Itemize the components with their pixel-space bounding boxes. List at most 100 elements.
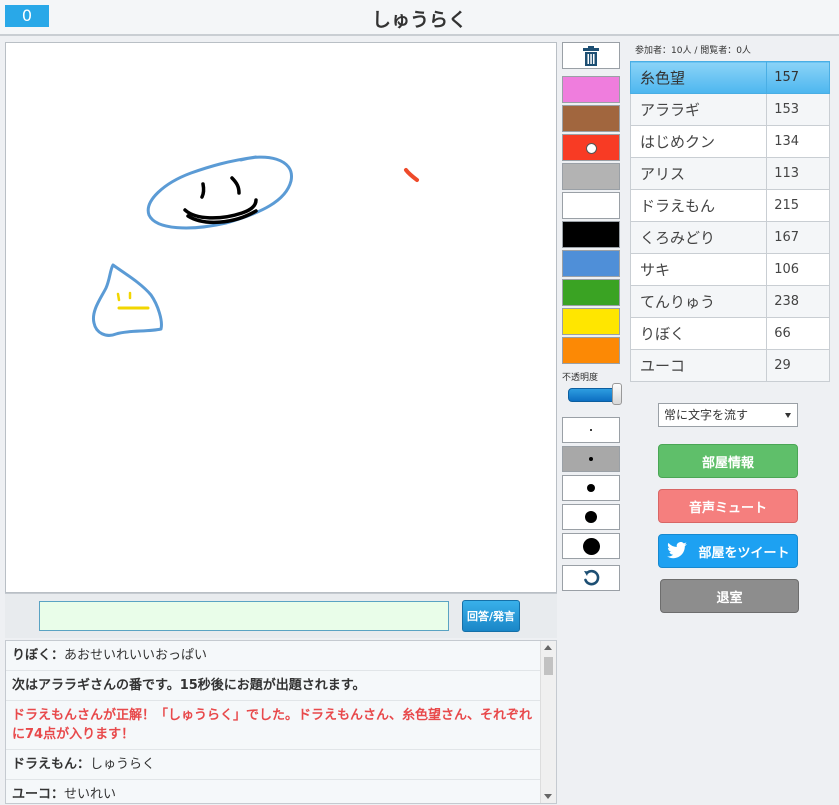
chat-text: あおせいれいいおっぱい	[64, 648, 208, 663]
chat-author: ユーコ	[12, 787, 52, 802]
stroke-red-mark	[404, 168, 419, 182]
drawing-canvas[interactable]	[5, 42, 557, 593]
brush-size-dot-icon	[585, 511, 597, 523]
player-score: 113	[766, 157, 830, 190]
mute-button[interactable]: 音声ミュート	[658, 489, 798, 523]
opacity-label: 不透明度	[562, 373, 599, 383]
brush-size-dot-icon	[590, 429, 592, 431]
player-score: 29	[766, 349, 830, 382]
player-score: 134	[766, 125, 830, 158]
participant-count: 参加者：10人 / 閲覧者：0人	[635, 46, 751, 56]
room-info-button[interactable]: 部屋情報	[658, 444, 798, 478]
chat-message: りぼく：あおせいれいいおっぱい	[6, 641, 540, 671]
player-name: サキ	[629, 253, 768, 286]
player-score: 238	[766, 285, 830, 318]
player-row: くろみどり 167	[629, 221, 830, 254]
tweet-button-label: 部屋をツイート	[698, 545, 790, 561]
color-swatch-blue[interactable]	[562, 250, 620, 277]
player-row: ドラえもん 215	[629, 189, 830, 222]
chat-log[interactable]: りぼく：あおせいれいいおっぱい 次はアララギさんの番です。15秒後にお題が出題さ…	[5, 640, 557, 804]
color-swatch-black[interactable]	[562, 221, 620, 248]
player-name: アララギ	[629, 93, 768, 126]
brush-size-dot-icon	[587, 484, 595, 492]
brush-size-dot-icon	[589, 457, 593, 461]
text-flow-select-value: 常に文字を流す	[664, 408, 749, 422]
player-score: 106	[766, 253, 830, 286]
color-swatch-green[interactable]	[562, 279, 620, 306]
page-title: しゅうらく	[371, 9, 467, 31]
player-name: くろみどり	[629, 221, 768, 254]
brush-size-dot-icon	[582, 537, 600, 555]
scroll-thumb[interactable]	[544, 657, 553, 675]
chat-correct-message: ドラえもんさんが正解！「しゅうらく」でした。ドラえもんさん、糸色望さん、それぞれ…	[6, 701, 540, 750]
brush-size-button-5[interactable]	[562, 533, 620, 559]
stroke-yellow-eye	[116, 292, 121, 302]
player-name: ユーコ	[629, 349, 768, 382]
player-score: 66	[766, 317, 830, 350]
color-swatch-orange[interactable]	[562, 337, 620, 364]
exit-room-button[interactable]: 退室	[660, 579, 799, 613]
stroke-eye-right	[230, 176, 241, 195]
color-swatch-white[interactable]	[562, 192, 620, 219]
player-name: 糸色望	[629, 61, 768, 94]
chat-separator: ：	[51, 787, 65, 802]
player-row: ユーコ 29	[629, 349, 830, 382]
color-swatch-brown[interactable]	[562, 105, 620, 132]
color-swatch-yellow[interactable]	[562, 308, 620, 335]
twitter-bird-icon	[667, 542, 688, 559]
brush-size-button-2[interactable]	[562, 446, 620, 472]
chat-author: りぼく	[12, 648, 52, 663]
player-list: 糸色望 157 アララギ 153 はじめクン 134 アリス 113 ドラえもん 215 くろみどり…	[629, 61, 830, 382]
scroll-up-icon[interactable]	[544, 645, 552, 650]
answer-input[interactable]	[39, 601, 449, 631]
opacity-track[interactable]	[568, 388, 616, 402]
header-bar: しゅうらく 0	[0, 0, 839, 36]
player-score: 157	[766, 61, 830, 94]
chat-system-message: 次はアララギさんの番です。15秒後にお題が出題されます。	[6, 671, 540, 701]
opacity-thumb[interactable]	[612, 383, 622, 405]
brush-size-button-3[interactable]	[562, 475, 620, 501]
color-swatch-pink[interactable]	[562, 76, 620, 103]
player-name: てんりゅう	[629, 285, 768, 318]
player-row: サキ 106	[629, 253, 830, 286]
player-score: 153	[766, 93, 830, 126]
player-name: アリス	[629, 157, 768, 190]
chevron-down-icon	[785, 413, 791, 418]
undo-icon	[584, 569, 600, 586]
chat-scrollbar[interactable]	[540, 641, 556, 803]
player-row: てんりゅう 238	[629, 285, 830, 318]
player-row: はじめクン 134	[629, 125, 830, 158]
color-swatch-gray[interactable]	[562, 163, 620, 190]
opacity-slider[interactable]	[566, 383, 622, 405]
chat-text: せいれい	[64, 787, 117, 802]
answer-submit-button[interactable]: 回答/発言	[462, 600, 520, 632]
trash-icon	[583, 45, 599, 66]
clear-canvas-button[interactable]	[562, 42, 620, 69]
brush-size-button-1[interactable]	[562, 417, 620, 443]
player-name: はじめクン	[629, 125, 768, 158]
player-row: りぼく 66	[629, 317, 830, 350]
scroll-down-icon[interactable]	[544, 794, 552, 799]
chat-separator: ：	[51, 648, 65, 663]
text-flow-select[interactable]: 常に文字を流す	[658, 403, 798, 427]
tweet-room-button[interactable]: 部屋をツイート	[658, 534, 798, 568]
brush-size-button-4[interactable]	[562, 504, 620, 530]
chat-author: ドラえもん	[12, 757, 78, 772]
chat-message: ドラえもん：しゅうらく	[6, 750, 540, 780]
chat-separator: ：	[77, 757, 91, 772]
selected-color-marker	[586, 143, 597, 154]
player-score: 215	[766, 189, 830, 222]
timer-badge: 0	[5, 5, 49, 27]
stroke-eye-left	[200, 182, 206, 199]
player-name: ドラえもん	[629, 189, 768, 222]
player-row: アリス 113	[629, 157, 830, 190]
undo-button[interactable]	[562, 565, 620, 591]
chat-message: ユーコ：せいれい	[6, 780, 540, 803]
color-swatch-red[interactable]	[562, 134, 620, 161]
answer-bar: 回答/発言	[5, 593, 557, 638]
drawing-strokes	[91, 155, 419, 337]
player-row: 糸色望 157	[629, 61, 830, 94]
player-score: 167	[766, 221, 830, 254]
player-row: アララギ 153	[629, 93, 830, 126]
player-name: りぼく	[629, 317, 768, 350]
